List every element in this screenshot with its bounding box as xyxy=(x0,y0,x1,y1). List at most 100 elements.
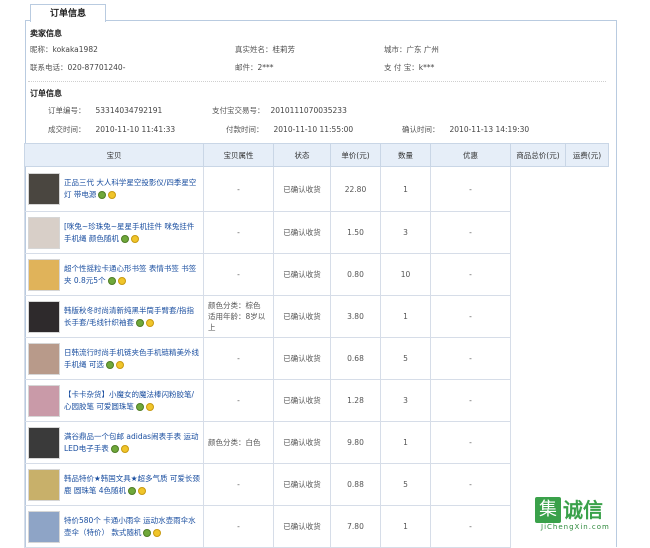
item-link[interactable]: 满谷鼎品一个包邮 adidas闹表手表 运动LED电子手表 xyxy=(64,432,198,453)
item-thumbnail[interactable] xyxy=(28,258,60,291)
item-shipping xyxy=(566,254,609,296)
rating-icon[interactable] xyxy=(146,318,155,327)
item-total xyxy=(510,166,566,212)
item-cell: 韩版秋冬时尚清新纯黑半筒手臂套/指指长手套/毛线针织袖套 xyxy=(24,295,204,338)
item-total xyxy=(510,253,566,296)
table-row: 满谷鼎品一个包邮 adidas闹表手表 运动LED电子手表 颜色分类：白色 已确认收… xyxy=(24,421,609,464)
item-thumbnail[interactable] xyxy=(28,300,60,333)
table-row: 超个性摇粒卡通心形书签 表情书签 书签夹 0.8元5个 - 已确认收货 0.80 10- xyxy=(24,253,609,296)
item-discount: - xyxy=(430,211,511,254)
item-total xyxy=(510,421,566,464)
item-status: 已确认收货 xyxy=(273,379,331,422)
item-attr: 颜色分类：棕色 适用年龄：8岁以上 xyxy=(203,295,274,338)
rating-icon[interactable] xyxy=(145,402,154,411)
item-thumbnail[interactable] xyxy=(28,342,60,375)
item-total xyxy=(510,337,566,380)
item-shipping xyxy=(566,167,609,212)
seller-nickname: 昵称：kokaka1982 xyxy=(30,45,98,54)
consumer-protection-icon[interactable] xyxy=(136,318,145,327)
rating-icon[interactable] xyxy=(117,276,126,285)
item-link[interactable]: 超个性摇粒卡通心形书签 表情书签 书签夹 0.8元5个 xyxy=(64,264,196,285)
item-attr: - xyxy=(203,379,274,422)
consumer-protection-icon[interactable] xyxy=(98,191,107,199)
item-attr: 颜色分类：白色 xyxy=(203,421,274,464)
item-link[interactable]: 特价580个 卡通小雨伞 运动水壶雨伞水壶伞（特价） 款式随机 xyxy=(64,516,196,537)
item-price: 0.88 xyxy=(330,463,381,506)
order-number: 订单编号： 53314034792191 xyxy=(48,106,163,115)
col-qty: 数量 xyxy=(380,143,431,167)
seller-info-title: 卖家信息 xyxy=(30,29,62,38)
item-thumbnail[interactable] xyxy=(28,510,60,543)
item-total xyxy=(510,379,566,422)
item-cell: 特价580个 卡通小雨伞 运动水壶雨伞水壶伞（特价） 款式随机 xyxy=(24,505,204,548)
item-total xyxy=(510,295,566,338)
item-attr: - xyxy=(203,505,274,548)
item-cell: 韩品特价★韩国文具★超多气质 可爱长颈鹿 圆珠笔 4色随机 xyxy=(24,463,204,506)
deal-time: 成交时间： 2010-11-10 11:41:33 xyxy=(48,125,176,134)
item-price: 1.50 xyxy=(330,211,381,254)
col-price: 单价(元) xyxy=(330,143,381,167)
consumer-protection-icon[interactable] xyxy=(120,234,129,243)
watermark: 集诚信 JiChengXin.com xyxy=(535,497,609,531)
watermark-url: JiChengXin.com xyxy=(541,523,610,531)
seller-phone: 联系电话：020-87701240- xyxy=(30,63,126,72)
item-attr: - xyxy=(203,463,274,506)
item-link[interactable]: 日韩流行时尚手机链夹色手机链精美外线手机绳 可选 xyxy=(64,348,199,369)
item-link[interactable]: 韩版秋冬时尚清新纯黑半筒手臂套/指指长手套/毛线针织袖套 xyxy=(64,306,194,327)
table-row: 韩品特价★韩国文具★超多气质 可爱长颈鹿 圆珠笔 4色随机 - 已确认收货 0.88 5… xyxy=(24,463,609,506)
item-attr: - xyxy=(203,211,274,254)
consumer-protection-icon[interactable] xyxy=(107,276,116,285)
confirm-time: 确认时间： 2010-11-13 14:19:30 xyxy=(402,125,530,134)
seller-realname: 真实姓名：桂莉芳 xyxy=(235,45,295,54)
item-shipping xyxy=(566,338,609,380)
consumer-protection-icon[interactable] xyxy=(143,528,152,537)
consumer-protection-icon[interactable] xyxy=(128,486,137,495)
rating-icon[interactable] xyxy=(153,528,162,537)
seller-alipay: 支 付 宝：k*** xyxy=(384,63,435,72)
table-row: 【卡卡杂货】小魔女的魔法棒闪粉胶笔/心园胶笔 可爱圆珠笔 - 已确认收货 1.28 3- xyxy=(24,379,609,422)
item-thumbnail[interactable] xyxy=(28,173,60,205)
item-qty: 5 xyxy=(380,337,431,380)
order-info-title: 订单信息 xyxy=(30,89,62,98)
item-qty: 1 xyxy=(380,505,431,548)
rating-icon[interactable] xyxy=(108,191,117,199)
item-price: 0.68 xyxy=(330,337,381,380)
item-cell: [咪兔~珍珠兔~星星手机挂件 咪兔挂件手机绳 颜色随机 xyxy=(24,211,204,254)
item-price: 1.28 xyxy=(330,379,381,422)
payment-time: 付款时间： 2010-11-10 11:55:00 xyxy=(226,125,354,134)
item-price: 7.80 xyxy=(330,505,381,548)
watermark-logo: 集 xyxy=(535,497,561,523)
item-total xyxy=(510,211,566,254)
col-attr: 宝贝属性 xyxy=(203,143,274,167)
item-discount: - xyxy=(430,166,511,212)
item-thumbnail[interactable] xyxy=(28,426,60,459)
item-link[interactable]: 正品三代 大人科学星空投影仪/四季星空灯 带电源 xyxy=(64,178,196,199)
item-link[interactable]: 【卡卡杂货】小魔女的魔法棒闪粉胶笔/心园胶笔 可爱圆珠笔 xyxy=(64,390,194,411)
consumer-protection-icon[interactable] xyxy=(110,444,119,453)
item-status: 已确认收货 xyxy=(273,337,331,380)
item-status: 已确认收货 xyxy=(273,253,331,296)
rating-icon[interactable] xyxy=(138,486,147,495)
order-items-table: 宝贝 宝贝属性 状态 单价(元) 数量 优惠 商品总价(元) 运费(元) 正品三… xyxy=(24,143,609,548)
table-row: 特价580个 卡通小雨伞 运动水壶雨伞水壶伞（特价） 款式随机 - 已确认收货 7.8… xyxy=(24,505,609,548)
item-thumbnail[interactable] xyxy=(28,468,60,501)
consumer-protection-icon[interactable] xyxy=(135,402,144,411)
rating-icon[interactable] xyxy=(120,444,129,453)
col-total: 商品总价(元) xyxy=(510,143,566,167)
rating-icon[interactable] xyxy=(130,234,139,243)
item-thumbnail[interactable] xyxy=(28,384,60,417)
rating-icon[interactable] xyxy=(115,360,124,369)
item-shipping xyxy=(566,422,609,464)
item-status: 已确认收货 xyxy=(273,463,331,506)
item-attr: - xyxy=(203,253,274,296)
table-row: 日韩流行时尚手机链夹色手机链精美外线手机绳 可选 - 已确认收货 0.68 5- xyxy=(24,337,609,380)
item-discount: - xyxy=(430,253,511,296)
alipay-trade-number: 支付宝交易号： 2010111070035233 xyxy=(212,106,347,115)
tab-order-info[interactable]: 订单信息 xyxy=(30,4,106,22)
consumer-protection-icon[interactable] xyxy=(105,360,114,369)
item-thumbnail[interactable] xyxy=(28,216,60,249)
item-link[interactable]: [咪兔~珍珠兔~星星手机挂件 咪兔挂件手机绳 颜色随机 xyxy=(64,222,194,243)
item-price: 22.80 xyxy=(330,166,381,212)
item-shipping xyxy=(566,212,609,254)
item-cell: 日韩流行时尚手机链夹色手机链精美外线手机绳 可选 xyxy=(24,337,204,380)
